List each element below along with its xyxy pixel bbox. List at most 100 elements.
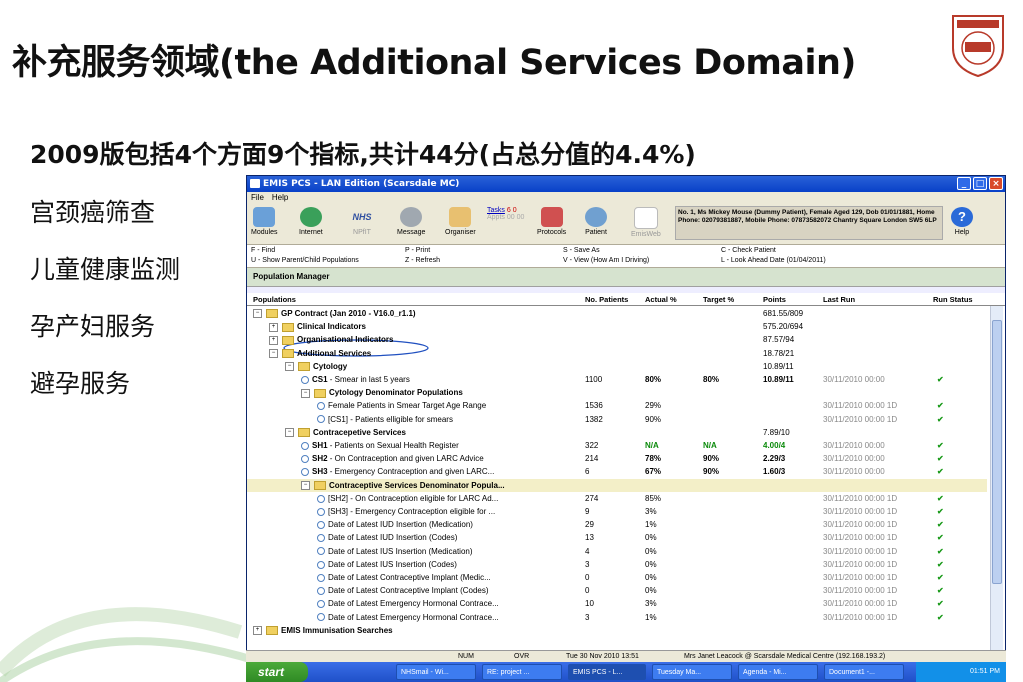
- nhs-tool[interactable]: NHS NPfIT: [351, 207, 373, 236]
- collapse-icon[interactable]: −: [285, 428, 294, 438]
- task-re-project[interactable]: RE: project ...: [482, 664, 562, 680]
- tree-row[interactable]: − Cytology Denominator Populations: [247, 386, 987, 399]
- tree-row-name[interactable]: + EMIS Immunisation Searches: [253, 624, 393, 636]
- expand-icon[interactable]: +: [253, 626, 262, 636]
- tree-row[interactable]: Date of Latest IUS Insertion (Codes) 3 0% 3…: [247, 558, 987, 571]
- menu-help[interactable]: Help: [272, 192, 288, 204]
- shortcut-find[interactable]: F - Find: [251, 246, 275, 256]
- tree-row[interactable]: − GP Contract (Jan 2010 - V16.0_r1.1) 681.…: [247, 307, 987, 320]
- tree-row[interactable]: + Organisational Indicators 87.57/94: [247, 333, 987, 346]
- tree-row-name[interactable]: Female Patients in Smear Target Age Rang…: [317, 399, 486, 412]
- message-tool[interactable]: Message: [397, 207, 425, 236]
- expand-icon[interactable]: +: [269, 322, 278, 332]
- appts-link[interactable]: Appts: [487, 214, 505, 221]
- tree-row[interactable]: [SH2] - On Contraception eligible for LA…: [247, 492, 987, 505]
- shortcut-save-as[interactable]: S - Save As: [563, 246, 600, 256]
- tree-row-name[interactable]: + Organisational Indicators: [269, 333, 393, 346]
- shortcut-look-ahead[interactable]: L - Look Ahead Date (01/04/2011): [721, 256, 826, 266]
- organiser-tool[interactable]: Organiser: [445, 207, 476, 236]
- tree-row-name[interactable]: [SH3] - Emergency Contraception eligible…: [317, 505, 495, 518]
- shortcut-refresh[interactable]: Z - Refresh: [405, 256, 440, 266]
- tree-row-name[interactable]: SH3 - Emergency Contraception and given …: [301, 465, 494, 478]
- shortcut-check-patient[interactable]: C - Check Patient: [721, 246, 776, 256]
- collapse-icon[interactable]: −: [253, 309, 262, 319]
- tree-row-name[interactable]: Date of Latest Contraceptive Implant (Me…: [317, 571, 491, 584]
- tree-row[interactable]: Date of Latest Contraceptive Implant (Me…: [247, 571, 987, 584]
- tree-row[interactable]: − Contracepetive Services 7.89/10: [247, 426, 987, 439]
- start-button[interactable]: start: [246, 662, 308, 682]
- col-target[interactable]: Target %: [703, 295, 734, 304]
- tree-row[interactable]: SH3 - Emergency Contraception and given …: [247, 465, 987, 478]
- tree-row[interactable]: Date of Latest Emergency Hormonal Contra…: [247, 597, 987, 610]
- collapse-icon[interactable]: −: [301, 480, 310, 490]
- tree-row[interactable]: Date of Latest IUD Insertion (Medication…: [247, 518, 987, 531]
- tasks-widget[interactable]: Tasks 6 0 Appts 00 00: [487, 207, 524, 221]
- menu-file[interactable]: File: [251, 192, 264, 204]
- tasks-link[interactable]: Tasks: [487, 207, 505, 214]
- tree-row[interactable]: − Cytology 10.89/11: [247, 360, 987, 373]
- shortcut-print[interactable]: P - Print: [405, 246, 430, 256]
- collapse-icon[interactable]: −: [301, 388, 310, 398]
- tree-row[interactable]: Date of Latest IUS Insertion (Medication…: [247, 545, 987, 558]
- vertical-scrollbar[interactable]: [990, 306, 1003, 651]
- minimize-button[interactable]: _: [957, 177, 971, 190]
- tree-row-name[interactable]: CS1 - Smear in last 5 years: [301, 373, 410, 386]
- tree-row-name[interactable]: − Contraceptive Services Denominator Popu…: [301, 479, 505, 492]
- tree-row[interactable]: [SH3] - Emergency Contraception eligible…: [247, 505, 987, 518]
- tree-row[interactable]: CS1 - Smear in last 5 years 1100 80% 80% 10.…: [247, 373, 987, 386]
- tree-row[interactable]: Date of Latest Emergency Hormonal Contra…: [247, 611, 987, 624]
- col-actual[interactable]: Actual %: [645, 295, 677, 304]
- tree-row[interactable]: − Contraceptive Services Denominator Popu…: [247, 478, 987, 492]
- scrollbar-thumb[interactable]: [992, 320, 1002, 584]
- protocols-tool[interactable]: Protocols: [537, 207, 566, 236]
- tree-row[interactable]: − Additional Services 18.78/21: [247, 347, 987, 360]
- help-tool[interactable]: ? Help: [951, 207, 973, 236]
- tree-row[interactable]: Female Patients in Smear Target Age Rang…: [247, 399, 987, 412]
- col-patients[interactable]: No. Patients: [585, 295, 628, 304]
- col-lastrun[interactable]: Last Run: [823, 295, 855, 304]
- emisweb-tool[interactable]: EmisWeb: [631, 207, 661, 238]
- task-document1[interactable]: Document1 -...: [824, 664, 904, 680]
- col-populations[interactable]: Populations: [253, 295, 296, 304]
- internet-tool[interactable]: Internet: [299, 207, 323, 236]
- tree-row[interactable]: SH2 - On Contraception and given LARC Ad…: [247, 452, 987, 465]
- collapse-icon[interactable]: −: [285, 362, 294, 372]
- task-tuesday[interactable]: Tuesday Ma...: [652, 664, 732, 680]
- tree-row-name[interactable]: Date of Latest Emergency Hormonal Contra…: [317, 597, 499, 610]
- tree-row-name[interactable]: − Cytology: [285, 360, 347, 373]
- collapse-icon[interactable]: −: [269, 348, 278, 358]
- tree-row-name[interactable]: SH1 - Patients on Sexual Health Register: [301, 439, 459, 452]
- tree-row-name[interactable]: − Contracepetive Services: [285, 426, 406, 439]
- task-nhsmail[interactable]: NHSmail - Wi...: [396, 664, 476, 680]
- tree-row[interactable]: [CS1] - Patients elligible for smears 138…: [247, 413, 987, 426]
- tree-row-name[interactable]: Date of Latest IUS Insertion (Codes): [317, 558, 457, 571]
- tree-row[interactable]: SH1 - Patients on Sexual Health Register…: [247, 439, 987, 452]
- tree-row-name[interactable]: SH2 - On Contraception and given LARC Ad…: [301, 452, 484, 465]
- tree-row-name[interactable]: Date of Latest Emergency Hormonal Contra…: [317, 611, 499, 624]
- tree-row-name[interactable]: Date of Latest IUD Insertion (Codes): [317, 531, 457, 544]
- tree-row-name[interactable]: − GP Contract (Jan 2010 - V16.0_r1.1): [253, 307, 416, 320]
- modules-tool[interactable]: Modules: [251, 207, 277, 236]
- tree-row-name[interactable]: [SH2] - On Contraception eligible for LA…: [317, 492, 498, 505]
- col-runstatus[interactable]: Run Status: [933, 295, 973, 304]
- maximize-button[interactable]: □: [973, 177, 987, 190]
- tree-row[interactable]: + Clinical Indicators 575.20/694: [247, 320, 987, 333]
- tree-row-name[interactable]: Date of Latest Contraceptive Implant (Co…: [317, 584, 489, 597]
- patient-tool[interactable]: Patient: [585, 207, 607, 236]
- tree-row[interactable]: Date of Latest Contraceptive Implant (Co…: [247, 584, 987, 597]
- tree-row-name[interactable]: + Clinical Indicators: [269, 320, 366, 333]
- col-points[interactable]: Points: [763, 295, 786, 304]
- tree-row[interactable]: + EMIS Immunisation Searches: [247, 624, 987, 636]
- expand-icon[interactable]: +: [269, 335, 278, 345]
- tree-row-name[interactable]: − Additional Services: [269, 347, 371, 360]
- task-emis-pcs[interactable]: EMIS PCS - L...: [568, 664, 646, 680]
- tree-row-name[interactable]: Date of Latest IUS Insertion (Medication…: [317, 545, 473, 558]
- shortcut-view[interactable]: V - View (How Am I Driving): [563, 256, 649, 266]
- shortcut-show-parent[interactable]: U - Show Parent/Child Populations: [251, 256, 359, 266]
- tree-row-name[interactable]: Date of Latest IUD Insertion (Medication…: [317, 518, 473, 531]
- task-agenda[interactable]: Agenda - Mi...: [738, 664, 818, 680]
- tree-row[interactable]: Date of Latest IUD Insertion (Codes) 13 0%…: [247, 531, 987, 544]
- close-button[interactable]: ×: [989, 177, 1003, 190]
- tree-row-name[interactable]: − Cytology Denominator Populations: [301, 386, 463, 399]
- tree-row-name[interactable]: [CS1] - Patients elligible for smears: [317, 413, 453, 426]
